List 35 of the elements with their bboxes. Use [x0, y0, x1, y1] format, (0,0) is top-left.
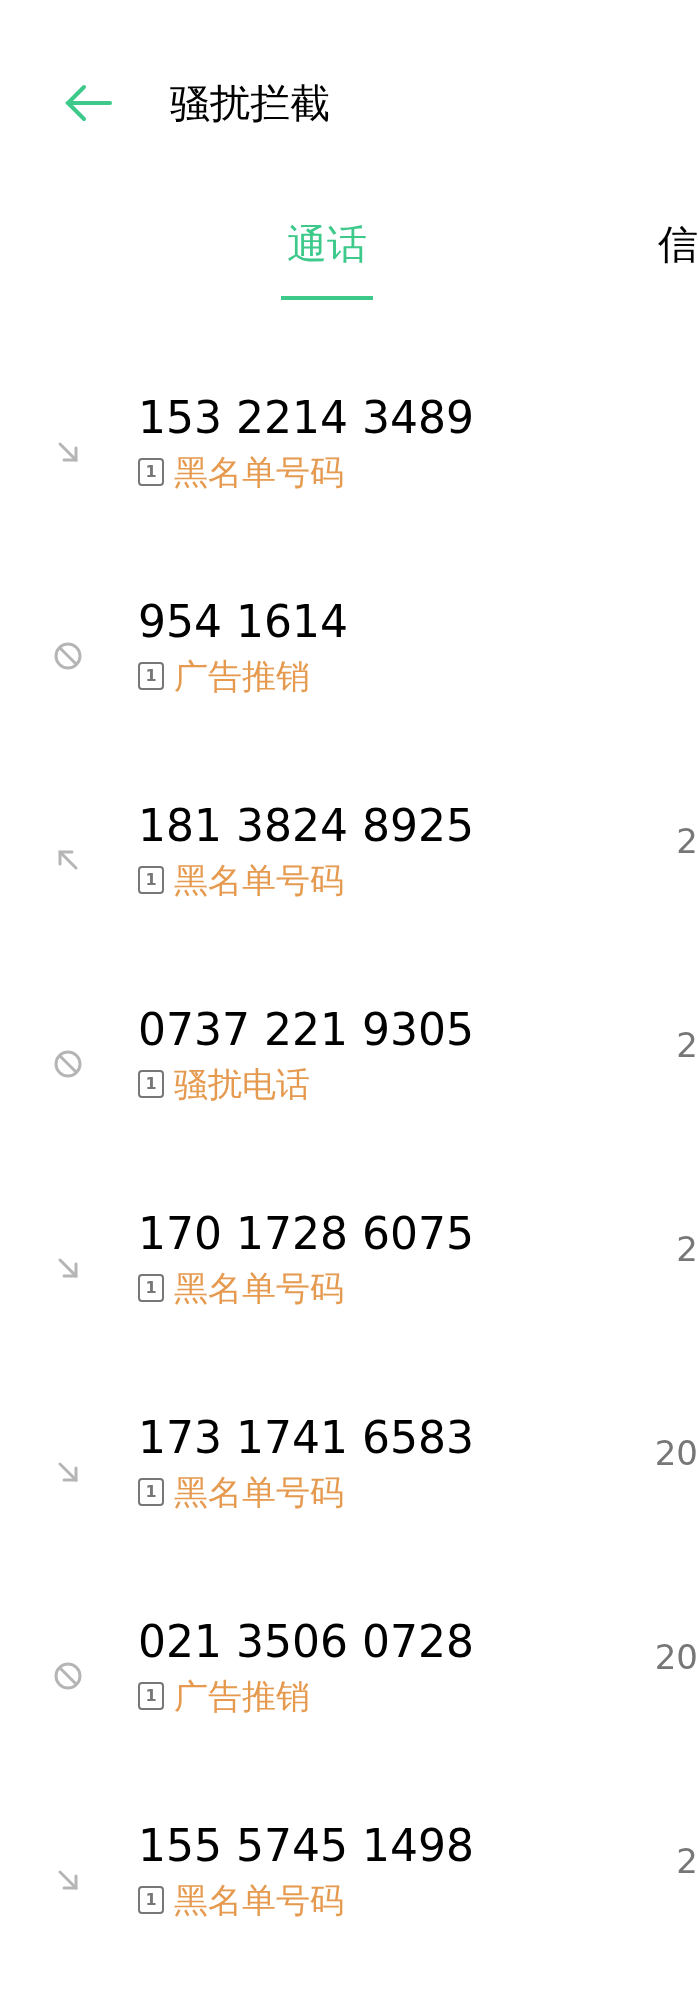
block-reason: 黑名单号码 — [174, 1879, 344, 1922]
sim-icon: 1 — [138, 1682, 164, 1710]
phone-number: 954 1614 — [138, 595, 349, 649]
block-icon — [52, 1660, 84, 1692]
phone-number: 153 2214 3489 — [138, 391, 475, 445]
call-date: 2 — [676, 1228, 698, 1271]
sim-icon: 1 — [138, 1478, 164, 1506]
phone-number: 0737 221 9305 — [138, 1003, 475, 1057]
sim-icon: 1 — [138, 458, 164, 486]
tab[interactable]: 信 — [658, 180, 698, 300]
call-date: 2 — [676, 820, 698, 863]
block-reason: 黑名单号码 — [174, 1471, 344, 1514]
block-reason: 黑名单号码 — [174, 859, 344, 902]
phone-number: 155 5745 1498 — [138, 1819, 475, 1873]
block-reason: 骚扰电话 — [174, 1063, 310, 1106]
call-date: 2 — [676, 1024, 698, 1067]
block-reason: 广告推销 — [174, 655, 310, 698]
phone-number: 181 3824 8925 — [138, 799, 475, 853]
call-date: 20 — [654, 1432, 698, 1475]
phone-number: 021 3506 0728 — [138, 1615, 475, 1669]
block-reason: 黑名单号码 — [174, 1267, 344, 1310]
sim-icon: 1 — [138, 1070, 164, 1098]
sim-icon: 1 — [138, 662, 164, 690]
block-reason: 黑名单号码 — [174, 451, 344, 494]
call-date: 2 — [676, 1840, 698, 1883]
block-icon — [52, 640, 84, 672]
block-icon — [52, 1048, 84, 1080]
page-title: 骚扰拦截 — [170, 79, 330, 128]
sim-icon: 1 — [138, 1274, 164, 1302]
sim-icon: 1 — [138, 1886, 164, 1914]
phone-number: 173 1741 6583 — [138, 1411, 475, 1465]
call-date: 20 — [654, 1636, 698, 1679]
sim-icon: 1 — [138, 866, 164, 894]
block-reason: 广告推销 — [174, 1675, 310, 1718]
phone-number: 170 1728 6075 — [138, 1207, 475, 1261]
